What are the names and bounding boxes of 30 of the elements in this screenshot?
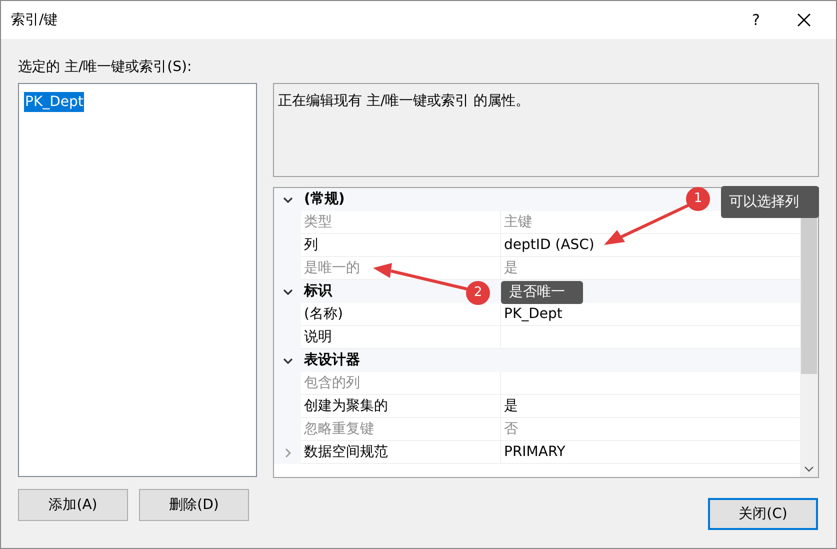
- property-name: 列: [304, 236, 318, 254]
- close-dialog-button[interactable]: 关闭(C): [708, 498, 818, 530]
- window-title: 索引/键: [11, 10, 58, 30]
- category-label: (常规): [303, 190, 345, 209]
- property-name: 包含的列: [304, 374, 360, 392]
- property-name: 类型: [304, 212, 332, 232]
- category-label: 表设计器: [303, 351, 360, 370]
- property-name: 创建为聚集的: [304, 396, 388, 416]
- property-name: 忽略重复键: [304, 420, 374, 438]
- description-text: 正在编辑现有 主/唯一键或索引 的属性。: [278, 93, 530, 109]
- callout-tooltip: 是否唯一: [501, 281, 583, 304]
- category-row[interactable]: 表设计器: [274, 349, 800, 372]
- property-row[interactable]: 数据空间规范 PRIMARY: [274, 441, 800, 464]
- property-name: 说明: [304, 328, 332, 346]
- property-value[interactable]: 是: [504, 396, 518, 416]
- category-label: 标识: [302, 282, 332, 301]
- list-item[interactable]: PK_Dept: [24, 92, 84, 112]
- property-value[interactable]: PK_Dept: [504, 304, 562, 324]
- property-value[interactable]: PRIMARY: [504, 442, 566, 462]
- property-name: 是唯一的: [304, 258, 360, 278]
- dialog-button[interactable]: 添加(A): [18, 489, 128, 521]
- property-name: 数据空间规范: [304, 442, 388, 462]
- close-icon: [797, 13, 811, 27]
- property-row[interactable]: 创建为聚集的 是: [274, 395, 800, 418]
- list-label: 选定的 主/唯一键或索引(S):: [18, 58, 193, 77]
- help-button[interactable]: ?: [736, 5, 776, 35]
- dialog-button[interactable]: 删除(D): [139, 489, 249, 521]
- property-name: (名称): [304, 304, 343, 324]
- property-value[interactable]: deptID (ASC): [504, 234, 594, 256]
- callout-tooltip: 可以选择列: [721, 186, 819, 218]
